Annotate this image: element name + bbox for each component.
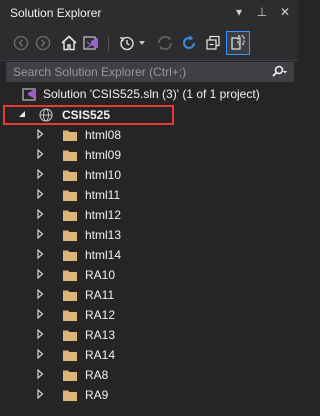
folder-node[interactable]: html11	[36, 185, 120, 205]
folder-icon	[62, 388, 78, 402]
folder-label: html08	[85, 128, 122, 142]
collapsed-arrow-icon[interactable]	[36, 168, 48, 182]
folder-label: html14	[85, 248, 122, 262]
refresh-icon[interactable]	[178, 32, 200, 54]
folder-node[interactable]: html14	[36, 245, 121, 265]
home-icon[interactable]	[58, 32, 80, 54]
folder-label: RA10	[85, 268, 116, 282]
folder-node[interactable]: RA8	[36, 365, 108, 385]
solution-label: Solution 'CSIS525.sln (3)' (1 of 1 proje…	[43, 87, 260, 101]
folder-label: RA9	[85, 388, 109, 402]
folder-node[interactable]: RA11	[36, 285, 114, 305]
search-icon[interactable]	[265, 63, 293, 81]
folder-node[interactable]: html13	[36, 225, 121, 245]
forward-icon[interactable]	[32, 32, 54, 54]
folder-node[interactable]: RA9	[36, 385, 108, 405]
vs-icon[interactable]	[80, 32, 102, 54]
folder-icon	[62, 288, 78, 302]
folder-label: RA8	[85, 368, 109, 382]
folder-icon	[62, 228, 78, 242]
sync-icon[interactable]	[154, 32, 176, 54]
folder-icon	[62, 208, 78, 222]
collapsed-arrow-icon[interactable]	[36, 288, 48, 302]
folder-label: RA13	[85, 328, 116, 342]
history-dropdown-icon[interactable]	[136, 32, 148, 54]
panel-titlebar: Solution Explorer ▾ ⊥ ✕	[0, 0, 298, 26]
folder-icon	[62, 328, 78, 342]
folder-label: html13	[85, 228, 122, 242]
collapsed-arrow-icon[interactable]	[36, 348, 48, 362]
folder-label: html10	[85, 168, 122, 182]
folder-label: RA12	[85, 308, 116, 322]
folder-icon	[62, 148, 78, 162]
folder-icon	[62, 128, 78, 142]
folder-node[interactable]: html12	[36, 205, 121, 225]
folder-icon	[62, 348, 78, 362]
toolbar-separator	[108, 36, 109, 52]
collapsed-arrow-icon[interactable]	[36, 328, 48, 342]
folder-label: RA11	[85, 288, 115, 302]
folder-node[interactable]: RA12	[36, 305, 115, 325]
collapsed-arrow-icon[interactable]	[36, 268, 48, 282]
folder-label: RA14	[85, 348, 116, 362]
collapsed-arrow-icon[interactable]	[36, 188, 48, 202]
collapsed-arrow-icon[interactable]	[36, 308, 48, 322]
folder-node[interactable]: html10	[36, 165, 121, 185]
folder-icon	[62, 268, 78, 282]
panel-title: Solution Explorer	[10, 6, 102, 20]
folder-label: html11	[85, 188, 121, 202]
collapsed-arrow-icon[interactable]	[36, 208, 48, 222]
collapsed-arrow-icon[interactable]	[36, 368, 48, 382]
collapsed-arrow-icon[interactable]	[36, 128, 48, 142]
collapse-all-icon[interactable]	[202, 32, 224, 54]
collapsed-arrow-icon[interactable]	[36, 228, 48, 242]
collapsed-arrow-icon[interactable]	[36, 148, 48, 162]
search-input[interactable]	[7, 63, 265, 81]
show-all-files-icon[interactable]	[226, 31, 250, 55]
folder-node[interactable]: RA10	[36, 265, 115, 285]
panel-dropdown-icon[interactable]: ▾	[232, 4, 246, 20]
toolbar	[0, 26, 298, 61]
solution-node[interactable]: Solution 'CSIS525.sln (3)' (1 of 1 proje…	[22, 84, 260, 104]
folder-node[interactable]: html08	[36, 125, 121, 145]
solution-icon	[22, 86, 38, 102]
folder-icon	[62, 168, 78, 182]
pin-icon[interactable]: ⊥	[255, 4, 269, 20]
folder-node[interactable]: RA14	[36, 345, 115, 365]
collapsed-arrow-icon[interactable]	[36, 388, 48, 402]
folder-label: html12	[85, 208, 122, 222]
folder-icon	[62, 248, 78, 262]
search-box	[6, 62, 294, 82]
folder-icon	[62, 188, 78, 202]
folder-node[interactable]: RA13	[36, 325, 115, 345]
history-icon[interactable]	[116, 32, 138, 54]
folder-icon	[62, 368, 78, 382]
collapsed-arrow-icon[interactable]	[36, 248, 48, 262]
selection-highlight	[3, 105, 174, 125]
close-icon[interactable]: ✕	[278, 4, 292, 20]
folder-icon	[62, 308, 78, 322]
back-icon[interactable]	[10, 32, 32, 54]
folder-label: html09	[85, 148, 122, 162]
panel-controls: ▾ ⊥ ✕	[232, 4, 292, 20]
folder-node[interactable]: html09	[36, 145, 121, 165]
